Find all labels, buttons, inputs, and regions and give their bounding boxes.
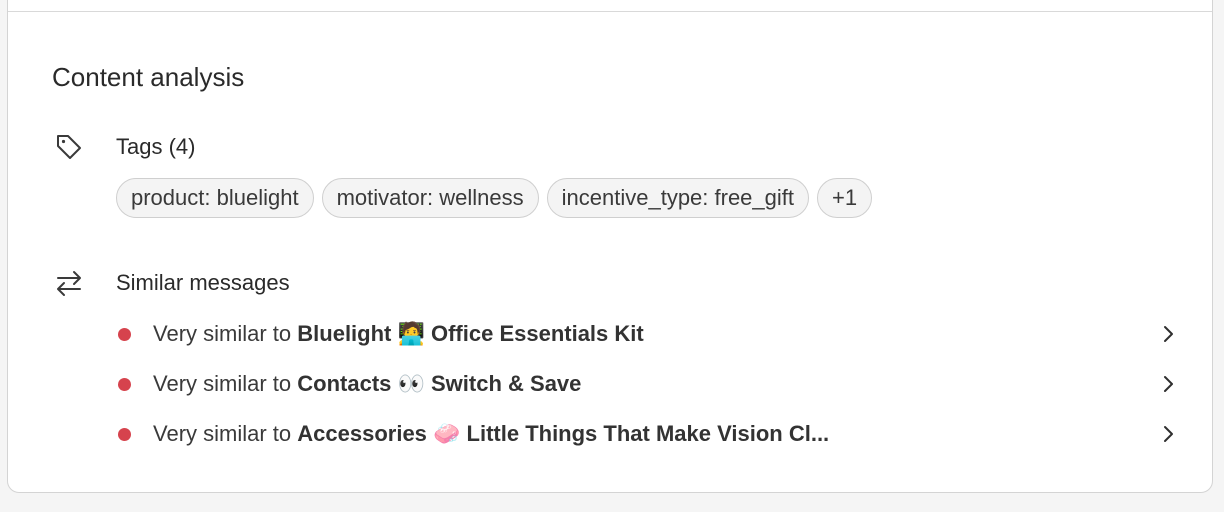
similarity-prefix: Very similar to <box>153 371 298 396</box>
similar-message-name: Accessories 🧼 Little Things That Make Vi… <box>297 421 830 446</box>
tag-chip[interactable]: motivator: wellness <box>321 178 539 218</box>
similarity-indicator-dot <box>118 427 131 441</box>
section-title: Content analysis <box>52 62 245 92</box>
arrows-swap-icon <box>52 266 86 300</box>
similar-message-item[interactable]: Very similar to Contacts 👀 Switch & Save <box>116 359 1176 409</box>
similar-message-item[interactable]: Very similar to Bluelight 🧑‍💻 Office Ess… <box>116 309 1176 359</box>
similar-message-text: Very similar to Bluelight 🧑‍💻 Office Ess… <box>153 321 644 347</box>
similar-messages-heading: Similar messages <box>116 270 290 295</box>
similar-message-text: Very similar to Contacts 👀 Switch & Save <box>153 371 581 397</box>
more-tags-chip[interactable]: +1 <box>817 178 873 218</box>
tag-chip[interactable]: incentive_type: free_gift <box>546 178 810 218</box>
section-divider <box>8 11 1212 12</box>
similar-message-item[interactable]: Very similar to Accessories 🧼 Little Thi… <box>116 409 1176 459</box>
tag-chip[interactable]: product: bluelight <box>116 178 314 218</box>
similar-message-name: Contacts 👀 Switch & Save <box>297 371 582 396</box>
similarity-indicator-dot <box>118 377 131 391</box>
similarity-indicator-dot <box>118 327 131 341</box>
similar-message-name: Bluelight 🧑‍💻 Office Essentials Kit <box>297 321 644 346</box>
tags-heading: Tags (4) <box>116 134 196 159</box>
content-analysis-card: Content analysis Tags (4) product: bluel… <box>7 0 1213 493</box>
similarity-prefix: Very similar to <box>153 421 298 446</box>
similar-message-text: Very similar to Accessories 🧼 Little Thi… <box>153 421 829 447</box>
chevron-right-icon <box>1164 326 1173 342</box>
chevron-right-icon <box>1164 426 1173 442</box>
tag-list: product: bluelight motivator: wellness i… <box>116 178 873 218</box>
similar-messages-list: Very similar to Bluelight 🧑‍💻 Office Ess… <box>116 309 1176 459</box>
chevron-right-icon <box>1164 376 1173 392</box>
tag-icon <box>52 130 86 164</box>
similarity-prefix: Very similar to <box>153 321 298 346</box>
